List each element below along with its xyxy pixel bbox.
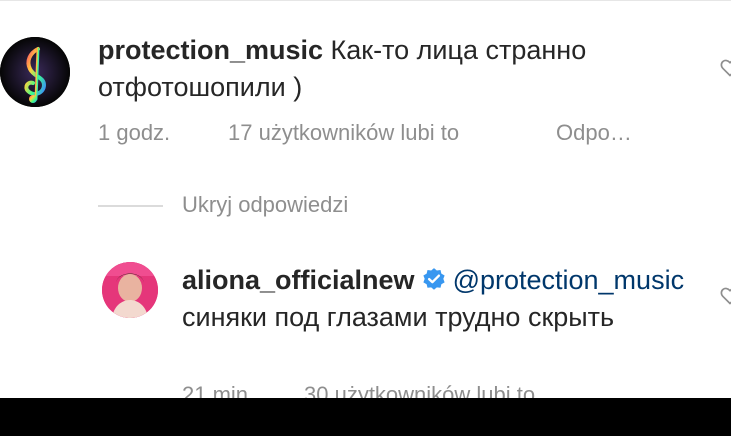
heart-icon[interactable] [720, 58, 731, 78]
heart-icon[interactable] [720, 286, 731, 306]
avatar-protection-music[interactable] [0, 37, 70, 107]
reply-text: синяки под глазами трудно скрыть [182, 302, 615, 332]
avatar-aliona-officialnew[interactable] [102, 262, 158, 318]
music-note-avatar-icon [0, 37, 70, 107]
hide-replies-button[interactable]: Ukryj odpowiedzi [182, 192, 348, 218]
reply-username[interactable]: aliona_officialnew [182, 265, 415, 295]
comment-timestamp: 1 godz. [98, 120, 171, 145]
system-navigation-bar [0, 398, 731, 436]
verified-badge-icon [422, 267, 445, 290]
reply-button[interactable]: Odpo… [556, 120, 632, 146]
comment-username[interactable]: protection_music [98, 35, 323, 65]
divider [0, 0, 731, 1]
comments-screen: protection_music Как-то лица странно отф… [0, 0, 731, 436]
reply-mention[interactable]: @protection_music [453, 265, 685, 295]
comment-body: protection_music Как-то лица странно отф… [98, 32, 708, 106]
comment-likes-count[interactable]: 17 użytkowników lubi to [228, 120, 459, 146]
reply-body: aliona_officialnew @protection_music син… [182, 262, 702, 336]
replies-divider-line [98, 205, 163, 207]
profile-photo [102, 262, 158, 318]
